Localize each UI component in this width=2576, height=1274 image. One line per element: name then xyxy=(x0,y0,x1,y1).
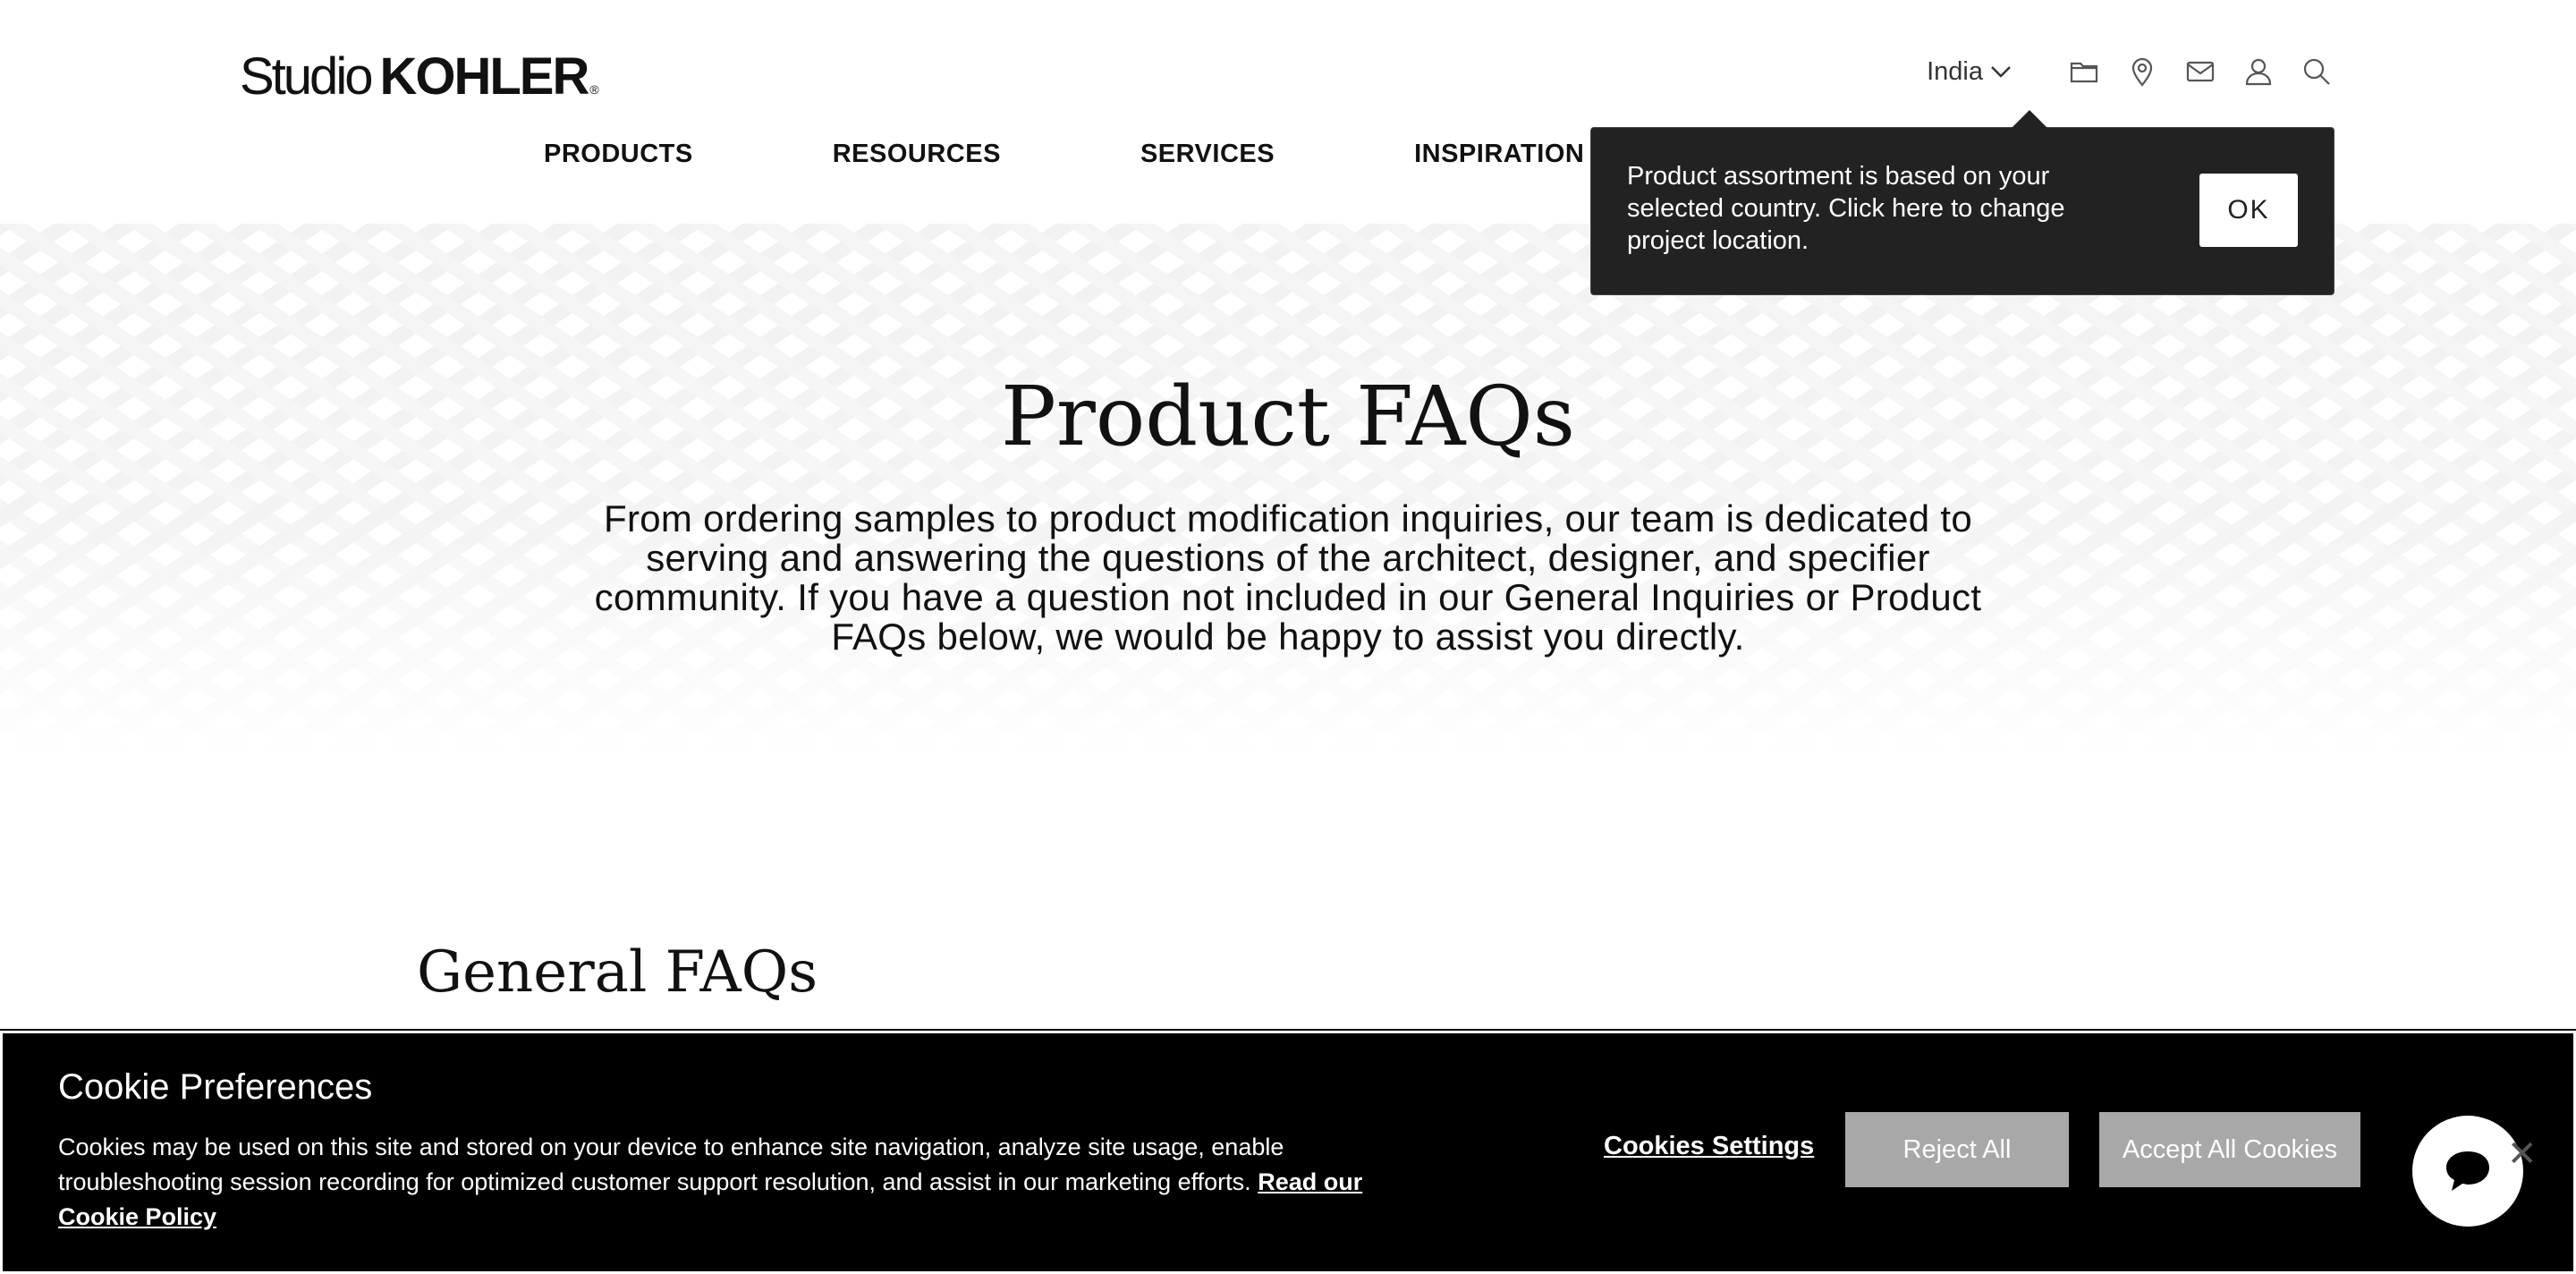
country-tooltip: Product assortment is based on your sele… xyxy=(1590,110,2334,295)
nav-services[interactable]: SERVICES xyxy=(1140,140,1275,169)
studio-kohler-logo[interactable]: Studio KOHLER ® xyxy=(240,47,599,106)
hero-background xyxy=(0,224,2576,760)
logo-registered-mark: ® xyxy=(589,82,599,97)
nav-products[interactable]: PRODUCTS xyxy=(544,140,693,169)
utility-bar: India xyxy=(1927,52,2334,91)
folder-icon[interactable] xyxy=(2066,54,2102,89)
page: Studio KOHLER ® India PRODUCTS RESOURCES… xyxy=(0,0,2576,1274)
nav-resources[interactable]: RESOURCES xyxy=(833,140,1001,169)
tooltip-text[interactable]: Product assortment is based on your sele… xyxy=(1627,160,2110,257)
reject-all-button[interactable]: Reject All xyxy=(1845,1112,2069,1187)
main-nav: PRODUCTS RESOURCES SERVICES INSPIRATION xyxy=(544,140,1584,169)
nav-inspiration[interactable]: INSPIRATION xyxy=(1414,140,1584,169)
cookie-body-text: Cookies may be used on this site and sto… xyxy=(58,1134,1284,1195)
logo-studio-text: Studio xyxy=(240,47,373,106)
section-title-general-faqs: General FAQs xyxy=(417,939,818,1006)
chat-bubble-icon xyxy=(2446,1151,2489,1191)
accept-all-cookies-button[interactable]: Accept All Cookies xyxy=(2099,1112,2360,1187)
cookie-banner: Cookie Preferences Cookies may be used o… xyxy=(0,1029,2576,1274)
tooltip-ok-button[interactable]: OK xyxy=(2199,174,2298,247)
cookie-title: Cookie Preferences xyxy=(58,1067,373,1107)
page-title: Product FAQs xyxy=(1000,369,1576,464)
country-label: India xyxy=(1927,56,1983,86)
cookie-text: Cookies may be used on this site and sto… xyxy=(58,1130,1418,1235)
logo-brand-text: KOHLER xyxy=(379,47,589,106)
chevron-down-icon xyxy=(1991,66,2011,78)
page-description: From ordering samples to product modific… xyxy=(594,497,1982,658)
location-pin-icon[interactable] xyxy=(2124,54,2160,89)
hero-pattern xyxy=(0,224,2576,760)
user-icon[interactable] xyxy=(2241,54,2276,89)
mail-icon[interactable] xyxy=(2182,54,2218,89)
search-icon[interactable] xyxy=(2299,54,2334,89)
country-selector[interactable]: India xyxy=(1927,57,2012,87)
close-icon[interactable]: ✕ xyxy=(2507,1134,2538,1175)
cookies-settings-button[interactable]: Cookies Settings xyxy=(1604,1132,1814,1161)
